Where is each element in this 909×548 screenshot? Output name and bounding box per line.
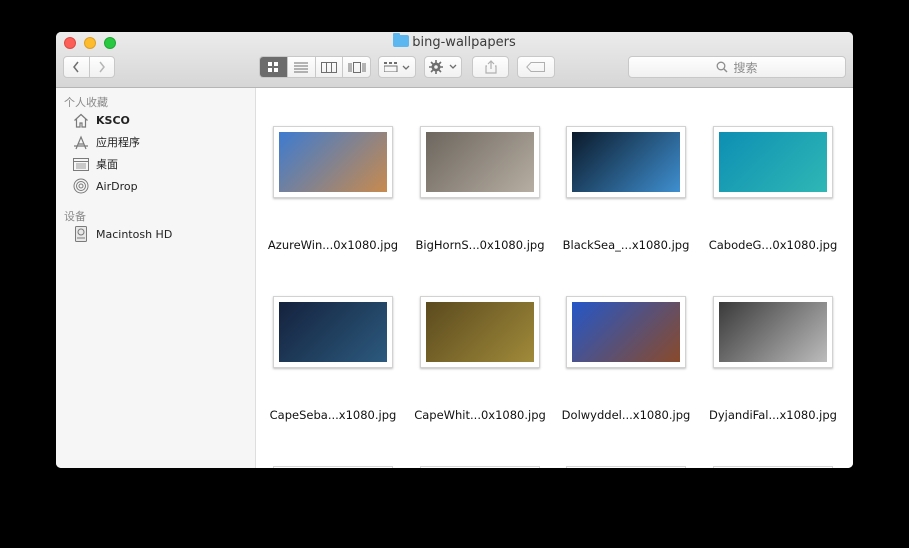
sidebar-item-label: AirDrop bbox=[96, 179, 138, 193]
file-thumbnail[interactable] bbox=[273, 126, 393, 198]
coverflow-icon bbox=[348, 61, 366, 73]
back-button[interactable] bbox=[64, 57, 89, 77]
file-thumbnail-partial[interactable] bbox=[566, 466, 686, 468]
sidebar: 个人收藏 KSCO 应用程序 桌面 AirDrop 设备 Macintosh H… bbox=[56, 88, 256, 468]
file-name[interactable]: BlackSea_...x1080.jpg bbox=[551, 238, 701, 252]
toolbar: bing-wallpapers 搜索 bbox=[56, 32, 853, 88]
share-icon bbox=[484, 60, 497, 74]
arrange-icon bbox=[384, 62, 410, 72]
file-name[interactable]: CabodeG...0x1080.jpg bbox=[698, 238, 848, 252]
favorites-header: 个人收藏 bbox=[64, 96, 108, 109]
applications-icon bbox=[73, 134, 89, 150]
file-thumbnail[interactable] bbox=[273, 296, 393, 368]
window-title: bing-wallpapers bbox=[56, 33, 853, 52]
arrange-button[interactable] bbox=[378, 56, 416, 78]
file-thumbnail[interactable] bbox=[420, 296, 540, 368]
forward-button[interactable] bbox=[90, 57, 115, 77]
wallpaper-preview bbox=[279, 302, 387, 362]
view-coverflow-button[interactable] bbox=[342, 57, 370, 77]
sidebar-item-label: 桌面 bbox=[96, 158, 118, 171]
nav-button-group bbox=[63, 56, 115, 78]
chevron-left-icon bbox=[73, 61, 79, 73]
sidebar-item-desktop[interactable]: 桌面 bbox=[73, 155, 118, 173]
folder-icon bbox=[393, 33, 410, 47]
wallpaper-preview bbox=[572, 302, 680, 362]
wallpaper-preview bbox=[279, 132, 387, 192]
chevron-right-icon bbox=[99, 61, 105, 73]
window-title-text: bing-wallpapers bbox=[412, 35, 516, 50]
wallpaper-preview bbox=[719, 302, 827, 362]
tag-button[interactable] bbox=[517, 56, 555, 78]
view-list-button[interactable] bbox=[286, 57, 315, 77]
view-icons-button[interactable] bbox=[260, 57, 287, 77]
sidebar-item-label: KSCO bbox=[96, 113, 130, 127]
wallpaper-preview bbox=[426, 132, 534, 192]
wallpaper-preview bbox=[426, 302, 534, 362]
file-name[interactable]: CapeSeba...x1080.jpg bbox=[258, 408, 408, 422]
list-icon bbox=[294, 62, 309, 72]
file-thumbnail[interactable] bbox=[420, 126, 540, 198]
airdrop-icon bbox=[73, 178, 89, 194]
home-icon bbox=[73, 112, 89, 128]
sidebar-item-airdrop[interactable]: AirDrop bbox=[73, 177, 138, 195]
file-name[interactable]: Dolwyddel...x1080.jpg bbox=[551, 408, 701, 422]
finder-window: bing-wallpapers 搜索 个人收藏 KSCO 应用程序 桌面 Air… bbox=[56, 32, 853, 468]
file-thumbnail[interactable] bbox=[566, 126, 686, 198]
search-field[interactable]: 搜索 bbox=[628, 56, 846, 78]
file-thumbnail-partial[interactable] bbox=[713, 466, 833, 468]
devices-header: 设备 bbox=[64, 210, 86, 223]
sidebar-item-label: 应用程序 bbox=[96, 136, 140, 149]
sidebar-item-applications[interactable]: 应用程序 bbox=[73, 133, 140, 151]
search-icon bbox=[717, 61, 728, 73]
file-thumbnail[interactable] bbox=[713, 296, 833, 368]
view-mode-group bbox=[259, 56, 371, 78]
share-button[interactable] bbox=[472, 56, 509, 78]
file-name[interactable]: DyjandiFal...x1080.jpg bbox=[698, 408, 848, 422]
search-placeholder: 搜索 bbox=[733, 60, 758, 75]
file-grid: AzureWin...0x1080.jpg BigHornS...0x1080.… bbox=[256, 88, 853, 468]
grid-icon bbox=[268, 62, 279, 72]
desktop-icon bbox=[73, 156, 89, 172]
file-thumbnail[interactable] bbox=[713, 126, 833, 198]
tag-icon bbox=[526, 62, 545, 72]
sidebar-item-macintosh-hd[interactable]: Macintosh HD bbox=[73, 225, 172, 243]
sidebar-item-label: Macintosh HD bbox=[96, 227, 173, 241]
file-thumbnail[interactable] bbox=[566, 296, 686, 368]
gear-icon bbox=[429, 60, 457, 74]
file-thumbnail-partial[interactable] bbox=[420, 466, 540, 468]
sidebar-item-ksco[interactable]: KSCO bbox=[73, 111, 130, 129]
view-columns-button[interactable] bbox=[314, 57, 343, 77]
file-thumbnail-partial[interactable] bbox=[273, 466, 393, 468]
wallpaper-preview bbox=[719, 132, 827, 192]
file-name[interactable]: BigHornS...0x1080.jpg bbox=[405, 238, 555, 252]
action-button[interactable] bbox=[424, 56, 462, 78]
wallpaper-preview bbox=[572, 132, 680, 192]
harddisk-icon bbox=[73, 226, 89, 242]
file-name[interactable]: CapeWhit...0x1080.jpg bbox=[405, 408, 555, 422]
columns-icon bbox=[320, 61, 337, 73]
file-name[interactable]: AzureWin...0x1080.jpg bbox=[258, 238, 408, 252]
